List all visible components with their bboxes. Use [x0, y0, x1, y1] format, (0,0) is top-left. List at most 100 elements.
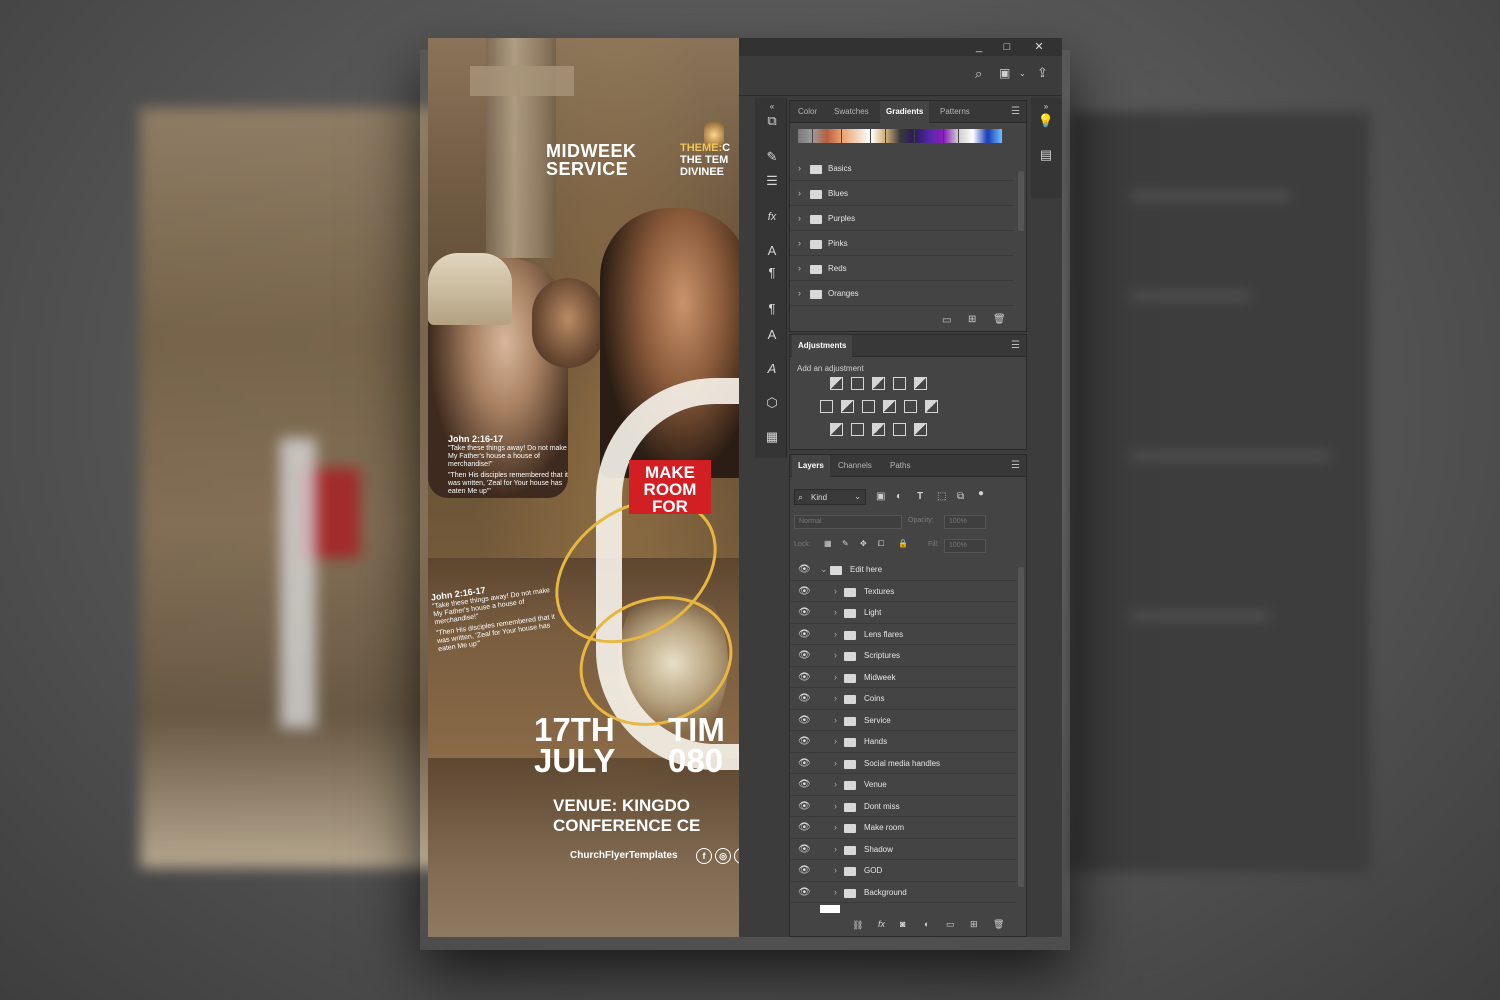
gradient-swatch[interactable] [944, 129, 958, 143]
adjustment-icon[interactable] [893, 377, 906, 390]
eye-icon[interactable]: 👁 [798, 672, 811, 683]
adjustment-icon[interactable] [841, 400, 854, 413]
lock-artboard-icon[interactable]: ⧠ [878, 539, 884, 549]
maximize-button[interactable]: □ [995, 39, 1019, 55]
adjustment-icon[interactable] [914, 423, 927, 436]
layer-row[interactable]: 👁 › Dont miss [790, 796, 1016, 817]
workspace-icon[interactable]: ▣ [999, 66, 1010, 80]
chevron-right-icon[interactable]: › [834, 844, 837, 854]
tab-color[interactable]: Color [792, 101, 823, 123]
adjustment-icon[interactable] [883, 400, 896, 413]
eye-icon[interactable]: 👁 [798, 736, 811, 747]
gradient-folder[interactable]: › Oranges [790, 282, 1014, 306]
layer-row[interactable]: 👁 › Scriptures [790, 645, 1016, 667]
minimize-button[interactable]: _ [967, 39, 991, 55]
paragraph-icon[interactable]: ¶ [763, 264, 781, 282]
chevron-right-icon[interactable]: › [798, 163, 801, 173]
gradient-swatch[interactable] [987, 129, 1002, 143]
filter-toggle-icon[interactable]: ● [978, 488, 984, 499]
eye-icon[interactable]: 👁 [798, 586, 811, 597]
eye-icon[interactable]: 👁 [798, 887, 811, 898]
adjustment-icon[interactable] [893, 423, 906, 436]
layer-group-row[interactable]: 👁 ⌄ Edit here [790, 559, 1016, 581]
lock-transparency-icon[interactable]: ▦ [824, 539, 832, 548]
gradient-swatch[interactable] [812, 129, 827, 143]
eye-icon[interactable]: 👁 [798, 715, 811, 726]
eye-icon[interactable]: 👁 [798, 865, 811, 876]
layer-row[interactable]: 👁 › Venue [790, 774, 1016, 796]
brush-icon[interactable]: ✎ [763, 148, 781, 166]
panel-menu-icon[interactable]: ☰ [1011, 340, 1020, 351]
adjustment-icon[interactable] [851, 423, 864, 436]
eye-icon[interactable]: 👁 [798, 650, 811, 661]
adjustment-icon[interactable] [830, 423, 843, 436]
lock-all-icon[interactable]: 🔒 [898, 539, 908, 548]
adjustment-icon[interactable] [872, 377, 885, 390]
layer-row[interactable]: 👁 › Service [790, 710, 1016, 731]
pixel-filter-icon[interactable]: ▣ [876, 491, 885, 502]
layer-row[interactable]: 👁 › Textures [790, 581, 1016, 602]
chevron-right-icon[interactable]: › [834, 607, 837, 617]
gradient-swatch[interactable] [827, 129, 842, 143]
shape-filter-icon[interactable]: ⬚ [937, 491, 946, 502]
gradient-swatch[interactable] [798, 129, 812, 143]
smart-object-filter-icon[interactable]: ⧉ [957, 491, 964, 502]
panel-menu-icon[interactable]: ☰ [1011, 460, 1020, 471]
share-icon[interactable]: ⇪ [1037, 65, 1048, 81]
chevron-right-icon[interactable]: › [834, 693, 837, 703]
tab-paths[interactable]: Paths [884, 455, 916, 477]
adjustment-icon[interactable] [925, 400, 938, 413]
new-group-icon[interactable]: ▭ [946, 919, 955, 930]
gradient-swatch[interactable] [841, 129, 856, 143]
layer-row[interactable]: 👁 › Shadow [790, 839, 1016, 860]
search-icon[interactable]: ⌕ [975, 66, 982, 82]
gradient-folder[interactable]: › Pinks [790, 232, 1014, 256]
eye-icon[interactable]: 👁 [798, 822, 811, 833]
gradient-swatch[interactable] [871, 129, 885, 143]
layer-row[interactable]: 👁 › Lens flares [790, 624, 1016, 645]
tab-gradients[interactable]: Gradients [880, 101, 930, 123]
tab-layers[interactable]: Layers [792, 455, 830, 477]
adjustment-icon[interactable] [904, 400, 917, 413]
new-layer-icon[interactable]: ⊞ [970, 919, 978, 930]
chevron-right-icon[interactable]: › [834, 801, 837, 811]
opacity-field[interactable]: 100% [944, 515, 986, 529]
tab-adjustments[interactable]: Adjustments [792, 335, 853, 357]
chevron-right-icon[interactable]: › [834, 758, 837, 768]
lock-position-icon[interactable]: ✥ [860, 539, 867, 548]
eye-icon[interactable]: 👁 [798, 844, 811, 855]
chevron-right-icon[interactable]: › [798, 288, 801, 298]
fx-icon[interactable]: fx [878, 919, 885, 929]
layer-row[interactable]: 👁 › Social media handles [790, 753, 1016, 774]
chevron-down-icon[interactable]: ⌄ [1019, 69, 1026, 78]
panel-menu-icon[interactable]: ☰ [1011, 106, 1020, 117]
close-button[interactable]: ✕ [1027, 39, 1051, 55]
chevron-right-icon[interactable]: › [834, 715, 837, 725]
eye-icon[interactable]: 👁 [798, 779, 811, 790]
gradient-swatch[interactable] [958, 129, 973, 143]
properties-icon[interactable]: ☰ [763, 172, 781, 190]
adjustment-icon[interactable] [872, 423, 885, 436]
layer-row[interactable]: 👁 › Background [790, 882, 1016, 903]
mask-icon[interactable]: ◙ [900, 919, 905, 929]
layer-filter-dropdown[interactable]: ⌕ Kind ⌄ [794, 489, 866, 505]
character-styles-icon[interactable]: A [763, 326, 781, 344]
new-gradient-icon[interactable]: ⊞ [968, 314, 976, 325]
chevron-right-icon[interactable]: › [834, 822, 837, 832]
gradient-swatch[interactable] [900, 129, 915, 143]
glyphs-icon[interactable]: A [763, 360, 781, 378]
learn-bulb-icon[interactable]: 💡 [1037, 112, 1055, 130]
chevron-right-icon[interactable]: › [834, 650, 837, 660]
chevron-right-icon[interactable]: › [834, 672, 837, 682]
layer-row[interactable]: 👁 › Make room [790, 817, 1016, 839]
tab-patterns[interactable]: Patterns [934, 101, 976, 123]
adjustment-layer-icon[interactable]: ◐ [924, 919, 929, 929]
chevron-right-icon[interactable]: › [798, 213, 801, 223]
chevron-right-icon[interactable]: › [798, 188, 801, 198]
eye-icon[interactable]: 👁 [798, 693, 811, 704]
libraries-icon[interactable]: ▦ [763, 428, 781, 446]
gradient-folder[interactable]: › Blues [790, 182, 1014, 206]
gradient-swatch[interactable] [856, 129, 871, 143]
chevron-right-icon[interactable]: › [798, 263, 801, 273]
gradient-folder[interactable]: › Reds [790, 257, 1014, 281]
